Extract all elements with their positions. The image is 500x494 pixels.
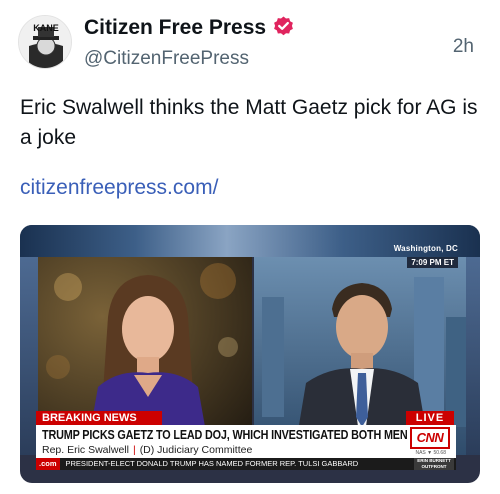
chyron-headline: TRUMP PICKS GAETZ TO LEAD DOJ, WHICH INV… [42, 428, 408, 442]
time-label: 7:09 PM ET [407, 257, 458, 268]
post-timestamp[interactable]: 2h [453, 36, 474, 58]
avatar[interactable]: KANE [18, 15, 72, 69]
media-video[interactable]: Washington, DC 7:09 PM ET BREAKING NEWS … [20, 225, 480, 483]
ticker-text: PRESIDENT-ELECT DONALD TRUMP HAS NAMED F… [65, 459, 359, 468]
author-handle[interactable]: @CitizenFreePress [84, 48, 249, 70]
market-ticker-text: NAS ▼ 50.68 [415, 450, 446, 456]
chyron-headline-bar: TRUMP PICKS GAETZ TO LEAD DOJ, WHICH INV… [36, 425, 456, 458]
author-display-name[interactable]: Citizen Free Press [84, 15, 295, 40]
media-background-right [466, 257, 480, 455]
breaking-news-label: BREAKING NEWS [36, 411, 162, 425]
location-label: Washington, DC [393, 244, 458, 253]
avatar-logo-text: KANE [33, 23, 59, 33]
guest-role: (D) Judiciary Committee [139, 444, 253, 456]
show-name-label: ERIN BURNETT OUTFRONT [414, 458, 454, 470]
author-name-text[interactable]: Citizen Free Press [84, 16, 266, 39]
live-label: LIVE [406, 411, 454, 425]
ticker-site-label: .com [36, 458, 60, 470]
post-text: Eric Swalwell thinks the Matt Gaetz pick… [20, 96, 478, 149]
cnn-logo: CNN [410, 427, 450, 449]
guest-name: Rep. Eric Swalwell [42, 444, 129, 456]
verified-badge-icon [274, 16, 293, 36]
news-ticker: .com PRESIDENT-ELECT DONALD TRUMP HAS NAM… [36, 458, 456, 470]
subhead-separator: | [132, 444, 136, 456]
chyron-subhead: Rep. Eric Swalwell | (D) Judiciary Committ… [42, 444, 252, 456]
post-link[interactable]: citizenfreepress.com/ [20, 176, 218, 200]
